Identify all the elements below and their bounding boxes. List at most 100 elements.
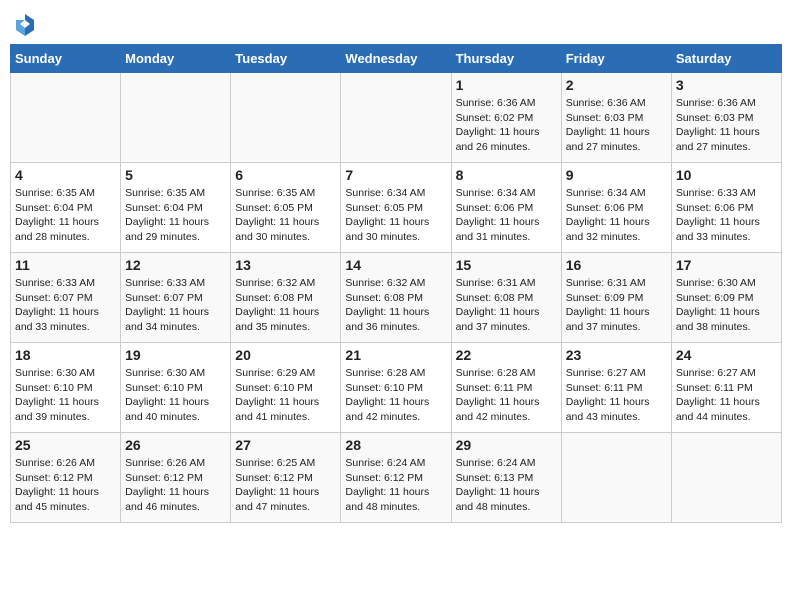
calendar-cell: 7 Sunrise: 6:34 AMSunset: 6:05 PMDaylight… (341, 163, 451, 253)
calendar-cell: 23 Sunrise: 6:27 AMSunset: 6:11 PMDayligh… (561, 343, 671, 433)
calendar-cell: 12 Sunrise: 6:33 AMSunset: 6:07 PMDayligh… (121, 253, 231, 343)
day-number: 12 (125, 257, 226, 273)
day-of-week-header: Tuesday (231, 45, 341, 73)
calendar-cell (341, 73, 451, 163)
calendar-cell: 29 Sunrise: 6:24 AMSunset: 6:13 PMDayligh… (451, 433, 561, 523)
logo (14, 14, 34, 36)
day-info: Sunrise: 6:25 AMSunset: 6:12 PMDaylight:… (235, 456, 336, 515)
day-info: Sunrise: 6:35 AMSunset: 6:05 PMDaylight:… (235, 186, 336, 245)
day-info: Sunrise: 6:36 AMSunset: 6:03 PMDaylight:… (676, 96, 777, 155)
day-number: 25 (15, 437, 116, 453)
day-number: 2 (566, 77, 667, 93)
day-info: Sunrise: 6:33 AMSunset: 6:07 PMDaylight:… (125, 276, 226, 335)
day-number: 8 (456, 167, 557, 183)
calendar-cell: 15 Sunrise: 6:31 AMSunset: 6:08 PMDayligh… (451, 253, 561, 343)
day-number: 20 (235, 347, 336, 363)
page-header (10, 10, 782, 36)
day-info: Sunrise: 6:31 AMSunset: 6:08 PMDaylight:… (456, 276, 557, 335)
day-info: Sunrise: 6:35 AMSunset: 6:04 PMDaylight:… (15, 186, 116, 245)
day-info: Sunrise: 6:24 AMSunset: 6:13 PMDaylight:… (456, 456, 557, 515)
day-info: Sunrise: 6:34 AMSunset: 6:05 PMDaylight:… (345, 186, 446, 245)
day-info: Sunrise: 6:36 AMSunset: 6:03 PMDaylight:… (566, 96, 667, 155)
calendar-week-row: 18 Sunrise: 6:30 AMSunset: 6:10 PMDayligh… (11, 343, 782, 433)
calendar-cell (561, 433, 671, 523)
day-number: 28 (345, 437, 446, 453)
day-info: Sunrise: 6:32 AMSunset: 6:08 PMDaylight:… (345, 276, 446, 335)
day-number: 27 (235, 437, 336, 453)
calendar-cell: 24Sunrise: 6:27 AMSunset: 6:11 PMDayligh… (671, 343, 781, 433)
header-row: SundayMondayTuesdayWednesdayThursdayFrid… (11, 45, 782, 73)
day-number: 17 (676, 257, 777, 273)
day-number: 7 (345, 167, 446, 183)
day-number: 22 (456, 347, 557, 363)
day-info: Sunrise: 6:32 AMSunset: 6:08 PMDaylight:… (235, 276, 336, 335)
day-info: Sunrise: 6:36 AMSunset: 6:02 PMDaylight:… (456, 96, 557, 155)
calendar-cell: 22 Sunrise: 6:28 AMSunset: 6:11 PMDayligh… (451, 343, 561, 433)
day-number: 23 (566, 347, 667, 363)
day-info: Sunrise: 6:30 AMSunset: 6:10 PMDaylight:… (15, 366, 116, 425)
calendar-cell: 9Sunrise: 6:34 AMSunset: 6:06 PMDaylight… (561, 163, 671, 253)
calendar-cell (121, 73, 231, 163)
calendar-cell: 3 Sunrise: 6:36 AMSunset: 6:03 PMDaylight… (671, 73, 781, 163)
day-number: 14 (345, 257, 446, 273)
day-number: 1 (456, 77, 557, 93)
day-info: Sunrise: 6:30 AMSunset: 6:09 PMDaylight:… (676, 276, 777, 335)
day-number: 3 (676, 77, 777, 93)
calendar-cell: 8 Sunrise: 6:34 AMSunset: 6:06 PMDaylight… (451, 163, 561, 253)
day-of-week-header: Thursday (451, 45, 561, 73)
day-number: 4 (15, 167, 116, 183)
day-number: 18 (15, 347, 116, 363)
day-info: Sunrise: 6:28 AMSunset: 6:11 PMDaylight:… (456, 366, 557, 425)
calendar-week-row: 4 Sunrise: 6:35 AMSunset: 6:04 PMDaylight… (11, 163, 782, 253)
calendar-cell: 28 Sunrise: 6:24 AMSunset: 6:12 PMDayligh… (341, 433, 451, 523)
day-number: 21 (345, 347, 446, 363)
calendar-body: 1 Sunrise: 6:36 AMSunset: 6:02 PMDaylight… (11, 73, 782, 523)
day-of-week-header: Sunday (11, 45, 121, 73)
day-info: Sunrise: 6:34 AMSunset: 6:06 PMDaylight:… (456, 186, 557, 245)
day-number: 5 (125, 167, 226, 183)
calendar-cell: 4 Sunrise: 6:35 AMSunset: 6:04 PMDaylight… (11, 163, 121, 253)
day-of-week-header: Saturday (671, 45, 781, 73)
day-number: 11 (15, 257, 116, 273)
calendar-table: SundayMondayTuesdayWednesdayThursdayFrid… (10, 44, 782, 523)
day-info: Sunrise: 6:26 AMSunset: 6:12 PMDaylight:… (125, 456, 226, 515)
calendar-cell: 5 Sunrise: 6:35 AMSunset: 6:04 PMDaylight… (121, 163, 231, 253)
day-info: Sunrise: 6:26 AMSunset: 6:12 PMDaylight:… (15, 456, 116, 515)
calendar-cell (11, 73, 121, 163)
day-number: 19 (125, 347, 226, 363)
day-info: Sunrise: 6:28 AMSunset: 6:10 PMDaylight:… (345, 366, 446, 425)
day-info: Sunrise: 6:29 AMSunset: 6:10 PMDaylight:… (235, 366, 336, 425)
day-info: Sunrise: 6:35 AMSunset: 6:04 PMDaylight:… (125, 186, 226, 245)
calendar-cell: 18 Sunrise: 6:30 AMSunset: 6:10 PMDayligh… (11, 343, 121, 433)
calendar-week-row: 1 Sunrise: 6:36 AMSunset: 6:02 PMDaylight… (11, 73, 782, 163)
day-number: 15 (456, 257, 557, 273)
calendar-cell: 16 Sunrise: 6:31 AMSunset: 6:09 PMDayligh… (561, 253, 671, 343)
day-of-week-header: Monday (121, 45, 231, 73)
day-number: 6 (235, 167, 336, 183)
calendar-cell: 19 Sunrise: 6:30 AMSunset: 6:10 PMDayligh… (121, 343, 231, 433)
day-info: Sunrise: 6:31 AMSunset: 6:09 PMDaylight:… (566, 276, 667, 335)
calendar-cell: 27 Sunrise: 6:25 AMSunset: 6:12 PMDayligh… (231, 433, 341, 523)
day-info: Sunrise: 6:27 AMSunset: 6:11 PMDaylight:… (566, 366, 667, 425)
calendar-cell: 13 Sunrise: 6:32 AMSunset: 6:08 PMDayligh… (231, 253, 341, 343)
day-info: Sunrise: 6:24 AMSunset: 6:12 PMDaylight:… (345, 456, 446, 515)
day-number: 13 (235, 257, 336, 273)
calendar-week-row: 25 Sunrise: 6:26 AMSunset: 6:12 PMDayligh… (11, 433, 782, 523)
day-number: 16 (566, 257, 667, 273)
calendar-cell: 17 Sunrise: 6:30 AMSunset: 6:09 PMDayligh… (671, 253, 781, 343)
calendar-cell: 20 Sunrise: 6:29 AMSunset: 6:10 PMDayligh… (231, 343, 341, 433)
day-of-week-header: Friday (561, 45, 671, 73)
calendar-cell: 10Sunrise: 6:33 AMSunset: 6:06 PMDayligh… (671, 163, 781, 253)
day-number: 24 (676, 347, 777, 363)
calendar-cell: 21 Sunrise: 6:28 AMSunset: 6:10 PMDayligh… (341, 343, 451, 433)
calendar-header: SundayMondayTuesdayWednesdayThursdayFrid… (11, 45, 782, 73)
logo-icon (16, 14, 34, 36)
day-info: Sunrise: 6:34 AMSunset: 6:06 PMDaylight:… (566, 186, 667, 245)
day-info: Sunrise: 6:30 AMSunset: 6:10 PMDaylight:… (125, 366, 226, 425)
calendar-cell: 26Sunrise: 6:26 AMSunset: 6:12 PMDayligh… (121, 433, 231, 523)
calendar-cell (231, 73, 341, 163)
calendar-cell: 11 Sunrise: 6:33 AMSunset: 6:07 PMDayligh… (11, 253, 121, 343)
calendar-cell (671, 433, 781, 523)
day-number: 29 (456, 437, 557, 453)
day-info: Sunrise: 6:33 AMSunset: 6:07 PMDaylight:… (15, 276, 116, 335)
